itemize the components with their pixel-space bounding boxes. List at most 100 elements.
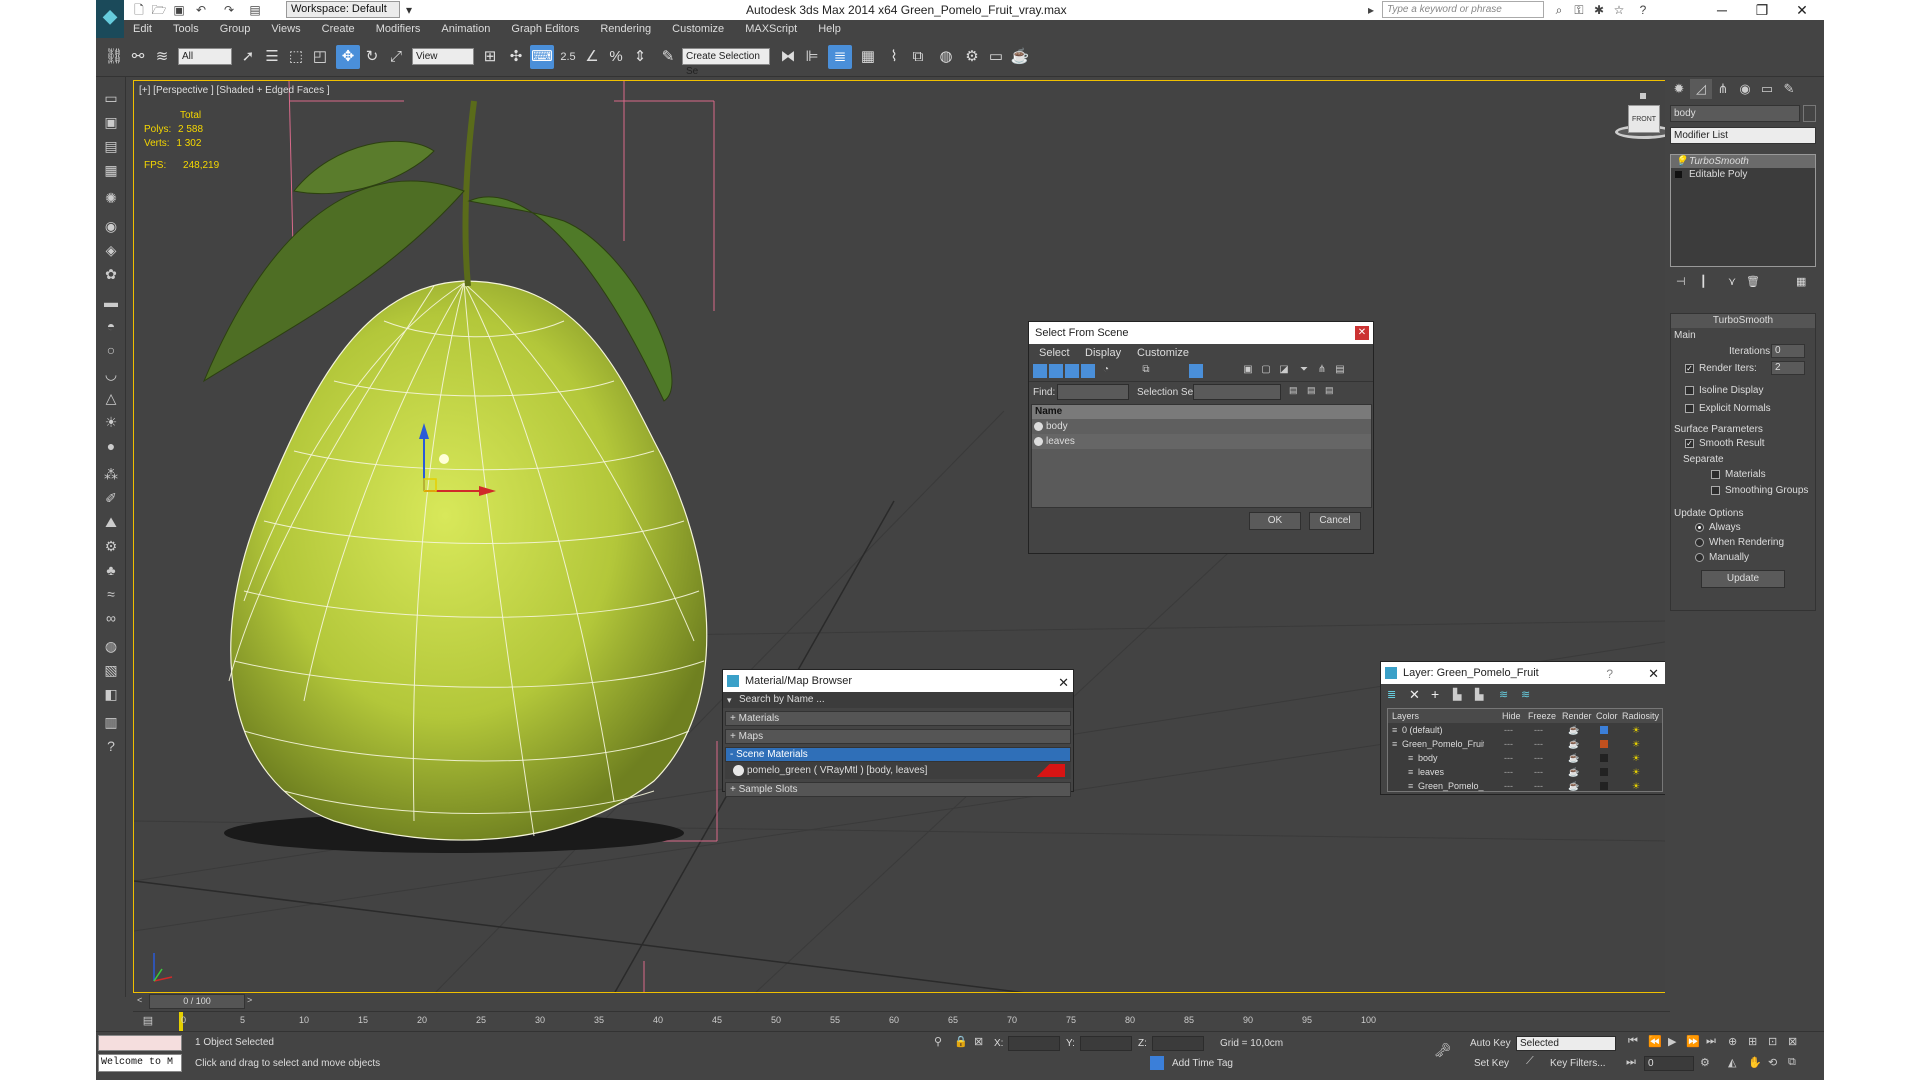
hide-toggle[interactable]: ---	[1504, 737, 1513, 751]
bowl-icon[interactable]: ◡	[99, 363, 123, 385]
go-to-end-icon[interactable]: ⏭	[1706, 1035, 1716, 1048]
list-item[interactable]: body	[1032, 419, 1371, 434]
auto-key-button[interactable]: Auto Key	[1470, 1038, 1511, 1049]
window-crossing-icon[interactable]: ◰	[308, 45, 332, 69]
mini-curve-editor-icon[interactable]: ▤	[133, 1012, 163, 1031]
workspace-dropdown[interactable]: Workspace: Default	[286, 1, 400, 18]
smooth-result-checkbox[interactable]: ✓	[1685, 439, 1694, 448]
hide-toggle[interactable]: ---	[1504, 751, 1513, 765]
prev-frame-icon[interactable]: <	[137, 995, 149, 1008]
y-coordinate-field[interactable]	[1080, 1036, 1132, 1051]
delete-layer-icon[interactable]: ✕	[1409, 687, 1423, 702]
redo-icon[interactable]: ↷	[220, 2, 238, 18]
open-file-icon[interactable]: 🗁	[150, 2, 168, 18]
modifier-list-dropdown[interactable]: Modifier List	[1670, 127, 1816, 144]
separate-smoothing-checkbox[interactable]	[1711, 486, 1720, 495]
menu-customize[interactable]: Customize	[663, 20, 733, 35]
x-coordinate-field[interactable]	[1008, 1036, 1060, 1051]
rotate-icon[interactable]: ↻	[360, 45, 384, 69]
viewcube-face[interactable]: FRONT	[1628, 105, 1660, 133]
freeze-toggle[interactable]: ---	[1534, 751, 1543, 765]
find-input[interactable]	[1057, 384, 1129, 400]
next-frame-icon[interactable]: >	[247, 995, 259, 1008]
play-icon[interactable]: ▶	[1668, 1035, 1676, 1048]
curve-editor-icon[interactable]: ⌇	[882, 45, 906, 69]
keyboard-shortcut-icon[interactable]: ⌨	[530, 45, 554, 69]
lightbulb-icon[interactable]: 💡	[1675, 155, 1687, 168]
close-icon[interactable]: ✕	[1355, 326, 1369, 340]
make-unique-icon[interactable]: ⋎	[1728, 275, 1736, 288]
clipboard-icon[interactable]: ▥	[99, 711, 123, 733]
utilities-tab-icon[interactable]: ✎	[1778, 79, 1800, 99]
maxscript-listener-top[interactable]	[98, 1035, 182, 1051]
viewport-layout-icon[interactable]: ▭	[99, 87, 123, 109]
update-when-rendering-radio[interactable]	[1695, 538, 1704, 547]
sphere-icon[interactable]: ○	[99, 339, 123, 361]
show-end-result-icon[interactable]: ┃	[1700, 275, 1707, 288]
scene-materials-section[interactable]: - Scene Materials	[725, 747, 1071, 762]
binoculars-icon[interactable]: ⌕	[1550, 2, 1568, 18]
camera-icon[interactable]: ◉	[99, 215, 123, 237]
fur-icon[interactable]: ≈	[99, 583, 123, 605]
render-teapot-icon[interactable]: ☕	[1008, 45, 1032, 69]
layer-row[interactable]: ≡ body --- --- ☕ ☀	[1388, 751, 1662, 765]
default-tangent-icon[interactable]: ⟋	[1526, 1055, 1534, 1068]
stack-item-editable-poly[interactable]: Editable Poly	[1671, 168, 1815, 181]
spinner-snap-icon[interactable]: ⇕	[628, 45, 652, 69]
radiosity-column[interactable]: Radiosity	[1622, 711, 1659, 721]
select-menu-select[interactable]: Select	[1039, 347, 1070, 359]
layer-color-swatch[interactable]	[1600, 782, 1608, 790]
field-of-view-icon[interactable]: ◭	[1728, 1056, 1736, 1069]
hide-toggle[interactable]: ---	[1504, 779, 1513, 793]
isoline-display-checkbox[interactable]	[1685, 386, 1694, 395]
isolate-selection-icon[interactable]: ⚲	[934, 1035, 942, 1048]
maximize-icon[interactable]: ❐	[1742, 0, 1782, 20]
add-time-tag[interactable]: Add Time Tag	[1172, 1058, 1233, 1069]
layer-color-swatch[interactable]	[1600, 726, 1608, 734]
key-mode-icon[interactable]: ⏭	[1626, 1056, 1636, 1069]
mountain-icon[interactable]: ⛰	[99, 511, 123, 533]
create-tab-icon[interactable]: ✹	[1668, 79, 1690, 99]
render-iters-spinner[interactable]: 2	[1771, 361, 1805, 375]
time-config-icon[interactable]: ⚙	[1700, 1056, 1710, 1069]
snaps-toggle-icon[interactable]: 2.5	[556, 45, 580, 69]
menu-modifiers[interactable]: Modifiers	[367, 20, 430, 35]
menu-rendering[interactable]: Rendering	[591, 20, 660, 35]
ref-coord-dropdown[interactable]: View	[412, 48, 474, 65]
render-icon[interactable]: ▣	[99, 111, 123, 133]
render-toggle-icon[interactable]: ☕	[1568, 765, 1579, 779]
hierarchy-tab-icon[interactable]: ⋔	[1712, 79, 1734, 99]
display-cameras-icon[interactable]	[1081, 364, 1095, 378]
remove-set-icon[interactable]: ▤	[1307, 385, 1319, 397]
material-editor-icon[interactable]: ◍	[934, 45, 958, 69]
absolute-mode-icon[interactable]: ⊠	[974, 1035, 983, 1048]
sample-slots-section[interactable]: + Sample Slots	[725, 782, 1071, 797]
plane-icon[interactable]: ▬	[99, 291, 123, 313]
radiosity-icon[interactable]: ☀	[1632, 737, 1640, 751]
rendered-frame-icon[interactable]: ▭	[984, 45, 1008, 69]
freeze-column[interactable]: Freeze	[1528, 711, 1556, 721]
menu-views[interactable]: Views	[262, 20, 309, 35]
set-key-button[interactable]: Set Key	[1474, 1058, 1509, 1069]
motion-tab-icon[interactable]: ◉	[1734, 79, 1756, 99]
close-icon[interactable]: ✕	[1782, 0, 1822, 20]
select-objects-icon[interactable]: ▙	[1453, 688, 1467, 702]
material-browser-title-bar[interactable]: Material/Map Browser ✕	[723, 670, 1073, 692]
columns-icon[interactable]: ▤	[1333, 364, 1347, 378]
close-icon[interactable]: ✕	[1648, 663, 1659, 685]
iterations-spinner[interactable]: 0	[1771, 344, 1805, 358]
named-selection-dropdown[interactable]: Create Selection Se	[682, 48, 770, 77]
help-icon[interactable]: ?	[1634, 2, 1652, 18]
angle-snap-icon[interactable]: ∠	[580, 45, 604, 69]
freeze-toggle[interactable]: ---	[1534, 723, 1543, 737]
zoom-extents-all-icon[interactable]: ⊠	[1788, 1035, 1797, 1048]
color-column[interactable]: Color	[1596, 711, 1618, 721]
hide-all-icon[interactable]: ≋	[1499, 688, 1513, 702]
move-icon[interactable]: ✥	[336, 45, 360, 69]
render-iters-checkbox[interactable]: ✓	[1685, 364, 1694, 373]
display-helpers-icon[interactable]: ◔	[1099, 364, 1113, 378]
bind-space-warp-icon[interactable]: ≋	[150, 45, 174, 69]
mirror-icon[interactable]: ⧓	[776, 45, 800, 69]
schematic-view-icon[interactable]: ⧉	[906, 45, 930, 69]
layers-column[interactable]: Layers	[1392, 711, 1419, 721]
